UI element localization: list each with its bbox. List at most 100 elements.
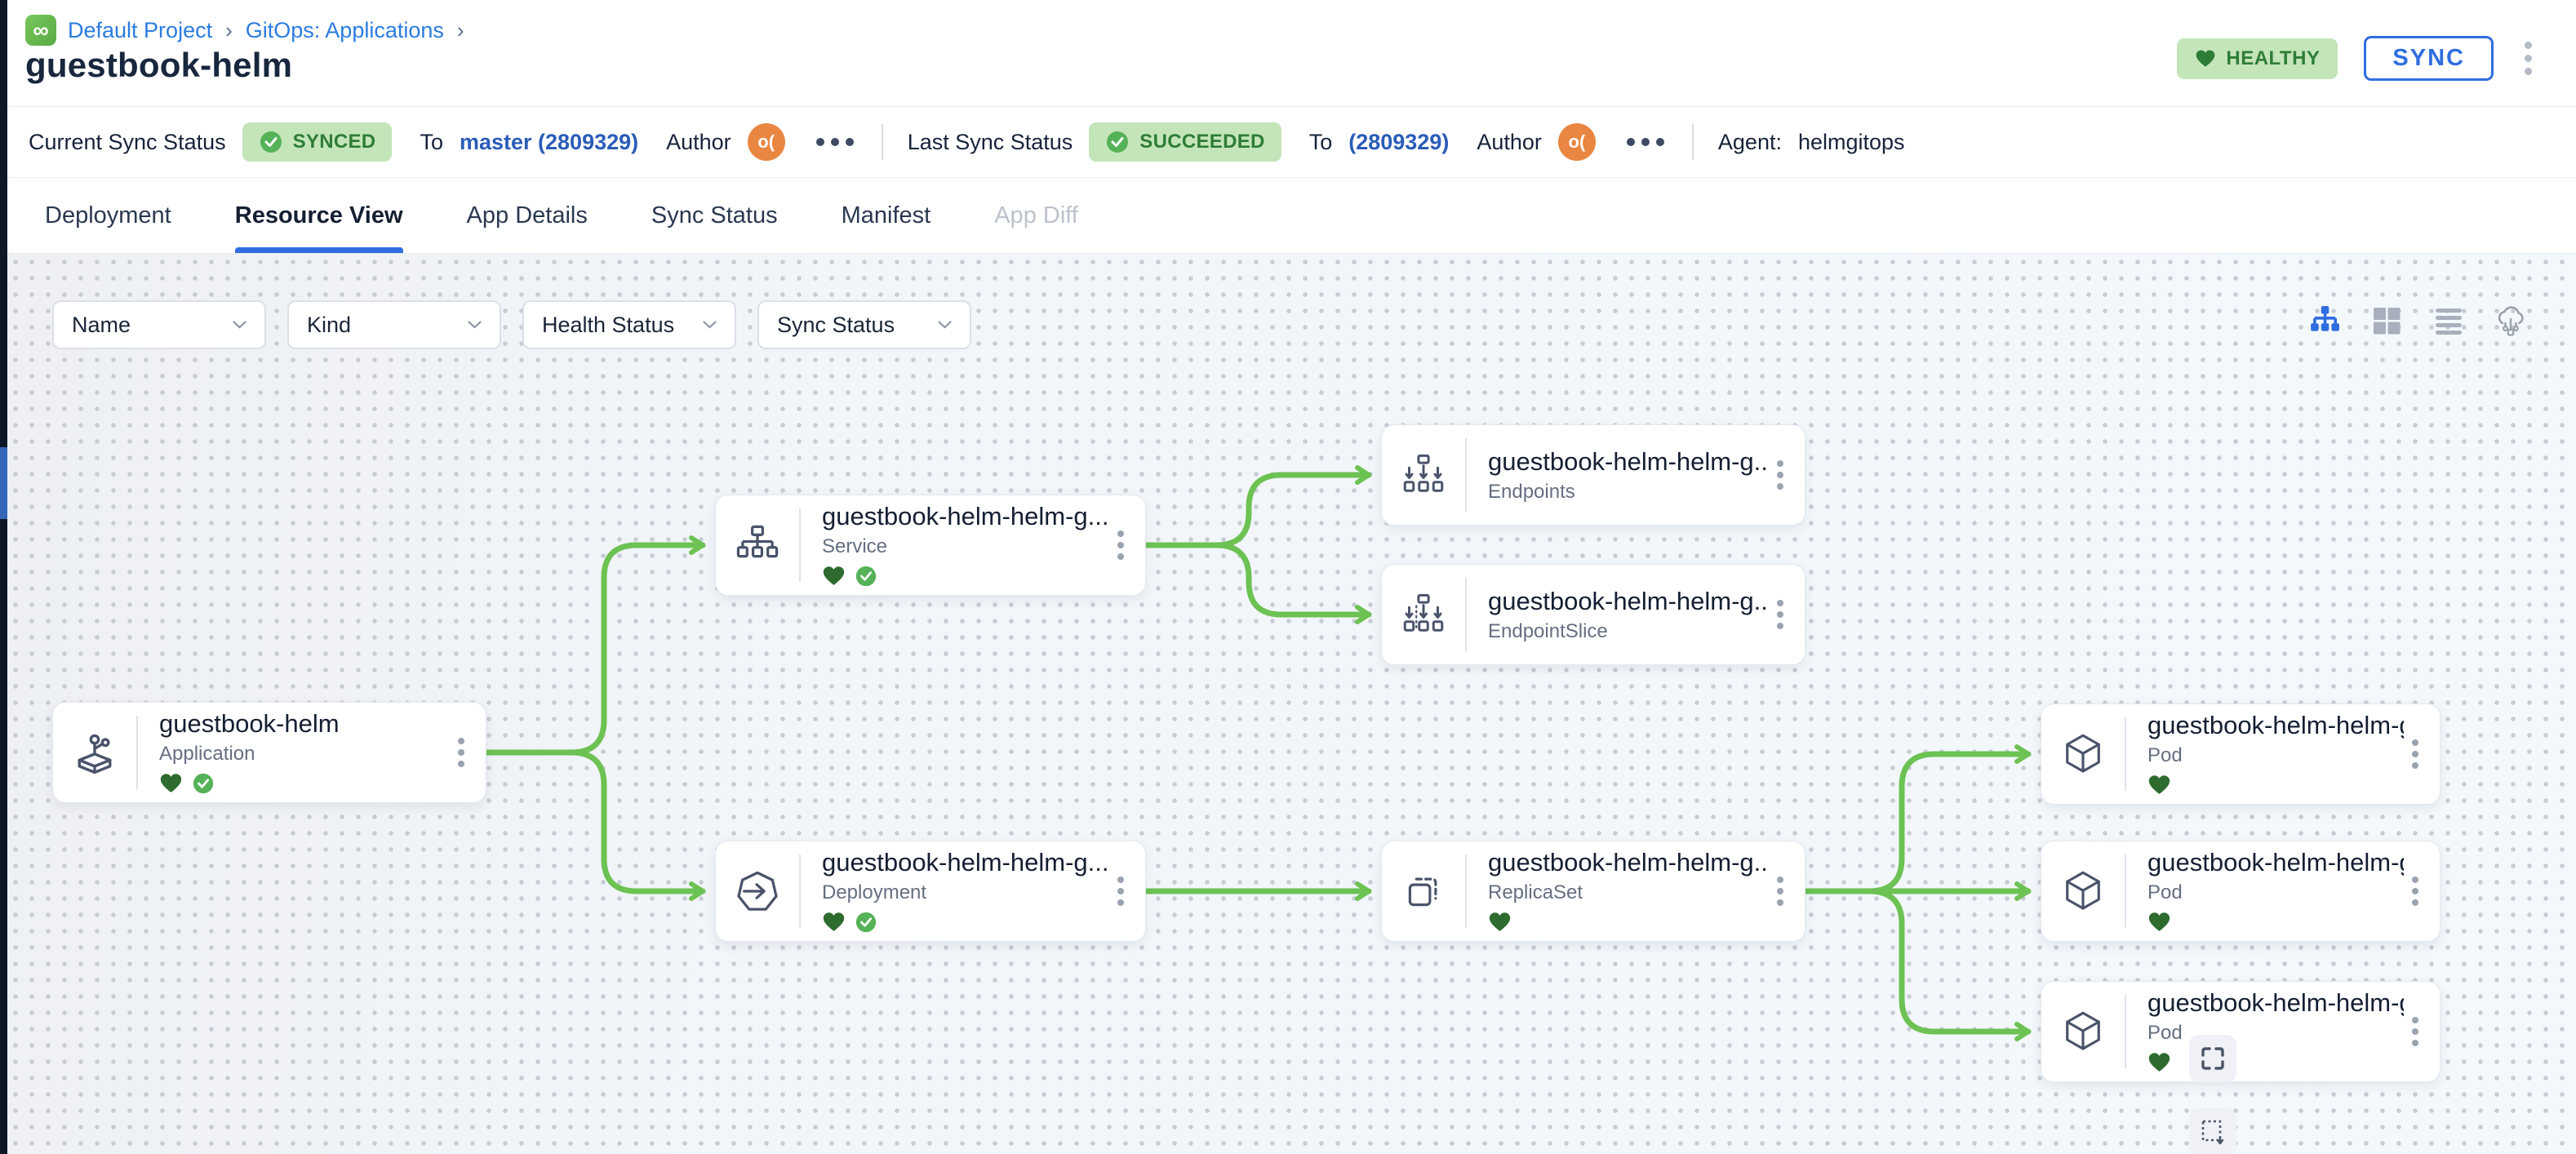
gitops-logo-icon: ∞ (25, 15, 56, 46)
node-kind: Application (159, 743, 450, 766)
node-title: guestbook-helm (159, 709, 450, 739)
pod-icon (2060, 1009, 2106, 1054)
page-header: ∞ Default Project › GitOps: Applications… (7, 0, 2576, 106)
node-title: guestbook-helm-helm-g... (822, 848, 1109, 877)
node-endpoints[interactable]: guestbook-helm-helm-g... Endpoints (1381, 424, 1805, 526)
node-kind: Pod (2147, 881, 2404, 904)
healthy-heart-icon (2147, 1052, 2171, 1073)
last-sync-status-label: Last Sync Status (908, 130, 1073, 155)
node-pod[interactable]: guestbook-helm-helm-g... Pod (2041, 841, 2441, 942)
node-title: guestbook-helm-helm-g... (1488, 848, 1769, 877)
pod-icon (2060, 868, 2106, 914)
resource-tree-canvas[interactable]: Name Kind Health Status Sync Status (7, 254, 2576, 1154)
synced-check-icon (192, 772, 215, 795)
node-deployment[interactable]: guestbook-helm-helm-g... Deployment (715, 841, 1146, 942)
pod-icon (2060, 731, 2106, 777)
gitops-app-page: ∞ Default Project › GitOps: Applications… (0, 0, 2576, 1154)
node-pod[interactable]: guestbook-helm-helm-g... Pod (2041, 703, 2441, 805)
check-circle-icon (1105, 130, 1130, 154)
node-kind: Service (822, 535, 1109, 558)
header-actions: HEALTHY SYNC (2177, 36, 2537, 81)
divider (1692, 124, 1694, 160)
agent-label: Agent: (1718, 130, 1782, 155)
tab-sync-status[interactable]: Sync Status (651, 178, 778, 253)
tab-deployment[interactable]: Deployment (45, 178, 171, 253)
current-revision-link[interactable]: master (2809329) (460, 130, 638, 155)
heart-icon (2195, 49, 2216, 69)
agent-value: helmgitops (1798, 130, 1905, 155)
node-title: guestbook-helm-helm-g... (2147, 711, 2404, 740)
check-circle-icon (259, 130, 283, 154)
breadcrumb-chevron-icon: › (455, 18, 466, 43)
current-sync-status-label: Current Sync Status (29, 130, 226, 155)
service-icon (734, 522, 781, 569)
node-kind: EndpointSlice (1488, 620, 1769, 643)
node-kebab-icon[interactable] (2404, 739, 2440, 769)
node-kebab-icon[interactable] (1109, 530, 1145, 560)
node-title: guestbook-helm-helm-g... (2147, 988, 2404, 1018)
author-avatar[interactable]: o( (1558, 123, 1596, 161)
node-service[interactable]: guestbook-helm-helm-g... Service (715, 495, 1146, 596)
page-title: guestbook-helm (25, 46, 292, 85)
collapsed-sidebar[interactable] (0, 0, 7, 1154)
author-avatar[interactable]: o( (748, 123, 785, 161)
application-icon (70, 728, 119, 777)
node-application[interactable]: guestbook-helm Application (52, 702, 486, 803)
fit-view-button[interactable] (2189, 1035, 2236, 1082)
selection-box-icon (2201, 1119, 2225, 1145)
node-kind: Pod (2147, 1022, 2404, 1045)
health-badge-label: HEALTHY (2226, 47, 2320, 70)
to-label: To (420, 130, 443, 155)
fullscreen-icon (2201, 1046, 2225, 1071)
succeeded-badge-label: SUCCEEDED (1139, 131, 1264, 153)
tab-app-diff: App Diff (994, 178, 1078, 253)
breadcrumb: ∞ Default Project › GitOps: Applications… (25, 15, 466, 46)
breadcrumb-project-link[interactable]: Default Project (68, 18, 212, 43)
breadcrumb-applications-link[interactable]: GitOps: Applications (246, 18, 444, 43)
node-title: guestbook-helm-helm-g... (822, 502, 1109, 531)
node-kind: Endpoints (1488, 481, 1769, 504)
author-label: Author (1477, 130, 1542, 155)
more-info-ellipsis-icon[interactable] (813, 135, 857, 149)
healthy-heart-icon (159, 773, 183, 794)
endpoints-icon (1401, 452, 1446, 498)
node-kebab-icon[interactable] (2404, 877, 2440, 906)
healthy-heart-icon (1488, 912, 1512, 933)
node-kebab-icon[interactable] (1769, 877, 1805, 906)
node-kebab-icon[interactable] (1769, 600, 1805, 629)
synced-check-icon (855, 911, 877, 934)
app-menu-kebab-icon[interactable] (2520, 37, 2537, 80)
node-endpointslice[interactable]: guestbook-helm-helm-g... EndpointSlice (1381, 564, 1805, 665)
synced-badge-label: SYNCED (293, 131, 376, 153)
last-revision-link[interactable]: (2809329) (1348, 130, 1449, 155)
deployment-icon (734, 868, 781, 915)
node-replicaset[interactable]: guestbook-helm-helm-g... ReplicaSet (1381, 841, 1805, 942)
node-kebab-icon[interactable] (1109, 877, 1145, 906)
sidebar-active-indicator (0, 447, 7, 519)
healthy-heart-icon (2147, 912, 2171, 933)
sync-button[interactable]: SYNC (2364, 36, 2494, 81)
node-kebab-icon[interactable] (1769, 460, 1805, 490)
tab-resource-view[interactable]: Resource View (235, 178, 403, 253)
node-kind: ReplicaSet (1488, 881, 1769, 904)
node-kebab-icon[interactable] (2404, 1017, 2440, 1046)
node-kind: Deployment (822, 881, 1109, 904)
tab-app-details[interactable]: App Details (467, 178, 588, 253)
node-kebab-icon[interactable] (450, 738, 486, 767)
to-label: To (1309, 130, 1333, 155)
breadcrumb-chevron-icon: › (224, 18, 234, 43)
healthy-heart-icon (822, 566, 846, 587)
node-title: guestbook-helm-helm-g... (2147, 848, 2404, 877)
synced-check-icon (855, 565, 877, 588)
healthy-heart-icon (822, 912, 846, 933)
replicaset-icon (1401, 868, 1446, 914)
synced-badge: SYNCED (242, 122, 393, 162)
more-info-ellipsis-icon[interactable] (1623, 135, 1668, 149)
selection-tool-button[interactable] (2189, 1108, 2236, 1154)
node-kind: Pod (2147, 744, 2404, 767)
health-status-badge: HEALTHY (2177, 38, 2338, 79)
node-pod[interactable]: guestbook-helm-helm-g... Pod (2041, 981, 2441, 1082)
succeeded-badge: SUCCEEDED (1089, 122, 1281, 162)
node-title: guestbook-helm-helm-g... (1488, 447, 1769, 477)
tab-manifest[interactable]: Manifest (842, 178, 931, 253)
